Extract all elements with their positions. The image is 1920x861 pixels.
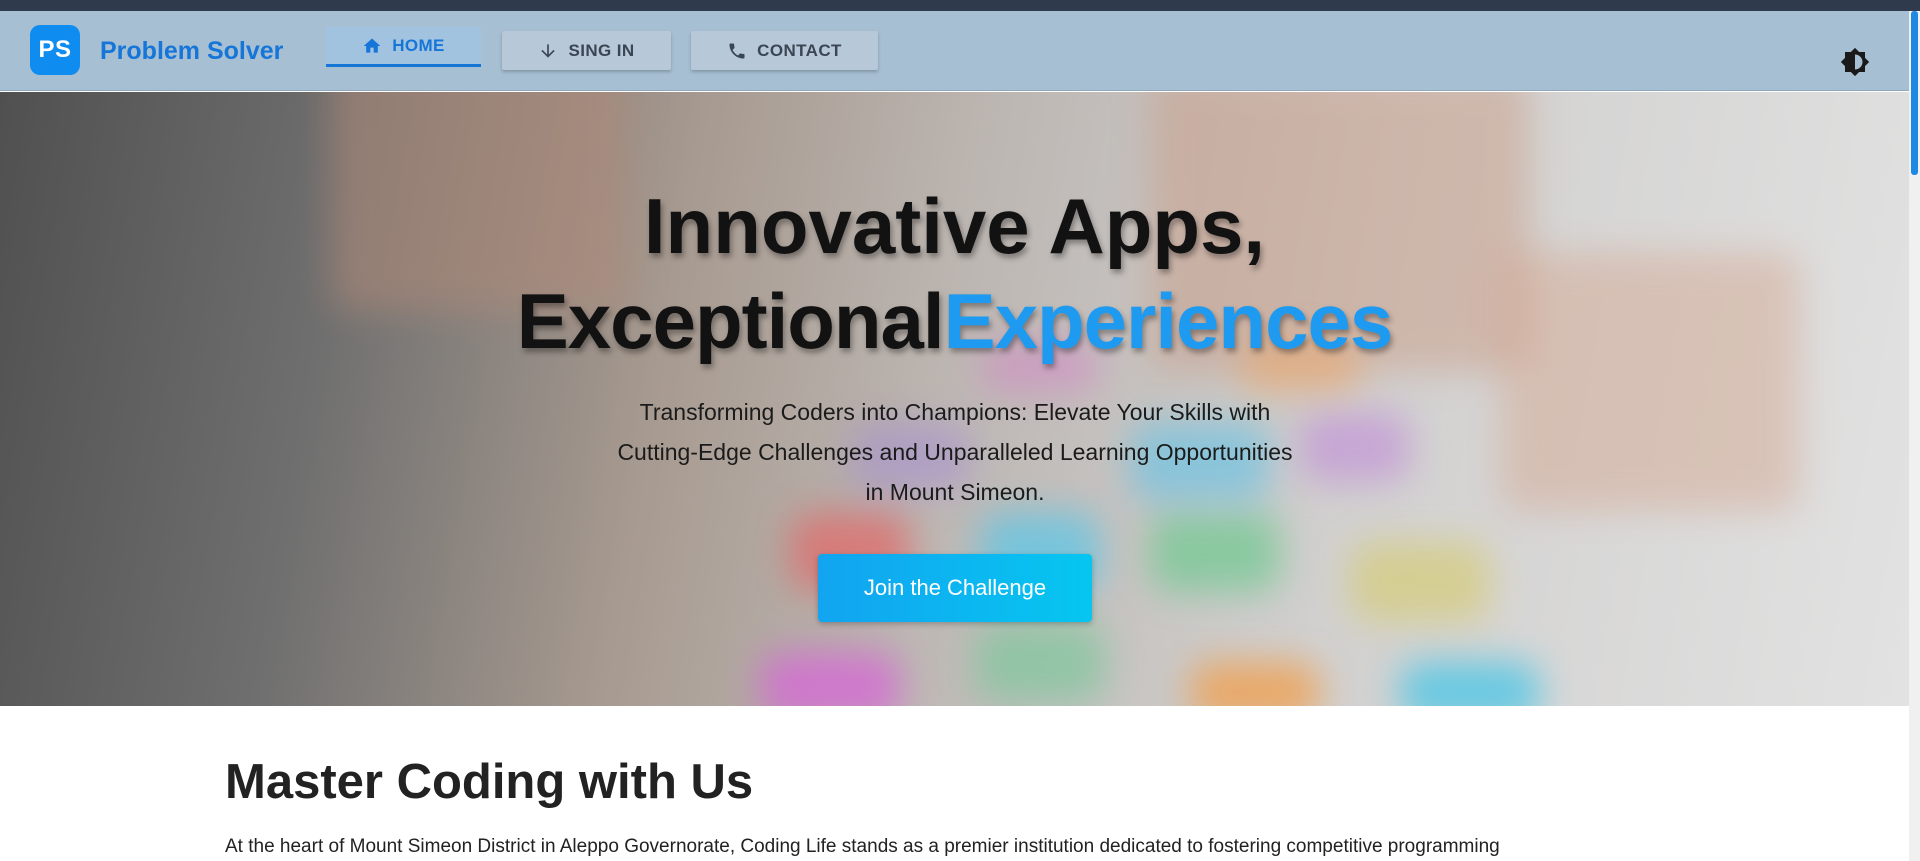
hero-title-word: Exceptional <box>516 277 945 365</box>
about-section: Master Coding with Us At the heart of Mo… <box>0 706 1909 861</box>
section-text: At the heart of Mount Simeon District in… <box>225 836 1500 857</box>
hero-content: Innovative Apps, ExceptionalExperiences … <box>0 92 1909 706</box>
nav-contact-button[interactable]: CONTACT <box>691 31 878 70</box>
nav-contact-label: CONTACT <box>757 40 842 60</box>
nav-signin-button[interactable]: SING IN <box>502 31 671 70</box>
hero-title-accent: Experiences <box>943 277 1394 365</box>
brand-name[interactable]: Problem Solver <box>100 37 283 66</box>
hero-subtitle-line1: Transforming Coders into Champions: Elev… <box>639 399 1271 425</box>
logo-badge[interactable]: PS <box>30 25 80 75</box>
phone-icon <box>729 43 745 58</box>
hero-section: Innovative Apps, ExceptionalExperiences … <box>0 92 1909 706</box>
hero-subtitle-line2: Cutting-Edge Challenges and Unparalleled… <box>617 439 1293 465</box>
hero-title-line1: Innovative Apps, <box>643 182 1266 270</box>
section-title: Master Coding with Us <box>225 755 754 809</box>
nav-home-label: HOME <box>392 35 445 55</box>
arrow-down-icon <box>541 43 556 58</box>
hero-title-line2: ExceptionalExperiences <box>0 275 1909 367</box>
navbar: PS Problem Solver HOME SING IN CONTACT <box>0 11 1909 91</box>
home-icon <box>363 38 381 53</box>
scrollbar-thumb[interactable] <box>1911 11 1918 175</box>
top-strip <box>0 0 1920 11</box>
join-challenge-button[interactable]: Join the Challenge <box>818 554 1092 622</box>
hero-subtitle: Transforming Coders into Champions: Elev… <box>560 392 1350 512</box>
hero-subtitle-line3: in Mount Simeon. <box>865 479 1045 505</box>
nav-home-button[interactable]: HOME <box>326 27 481 67</box>
brightness-icon <box>1840 47 1870 77</box>
theme-toggle-button[interactable] <box>1840 47 1870 77</box>
nav-signin-label: SING IN <box>568 40 635 60</box>
